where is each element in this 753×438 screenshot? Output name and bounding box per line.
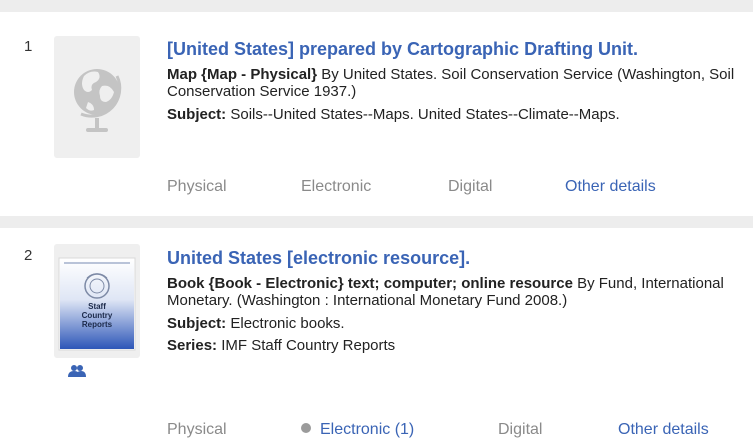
cover-title: Staff Country Reports: [81, 302, 113, 329]
electronic-tab[interactable]: Electronic (1): [301, 420, 414, 438]
digital-tab[interactable]: Digital: [498, 420, 542, 438]
series-label: Series:: [167, 337, 218, 354]
availability-dot-icon: [301, 423, 311, 433]
book-cover-image: [58, 257, 136, 351]
electronic-tab-label: Electronic (1): [320, 421, 415, 438]
physical-tab[interactable]: Physical: [167, 420, 227, 438]
result-item: 1 [United States] prepared by Cartograph…: [0, 0, 753, 216]
result-subject: Subject: Electronic books.: [167, 315, 747, 333]
subject-value: Electronic books.: [226, 315, 345, 332]
result-content: [United States] prepared by Cartographic…: [167, 38, 747, 124]
other-details-tab[interactable]: Other details: [565, 177, 656, 197]
digital-tab[interactable]: Digital: [448, 177, 492, 197]
subject-label: Subject:: [167, 315, 227, 332]
result-subject: Subject: Soils--United States--Maps. Uni…: [167, 106, 747, 124]
other-details-tab[interactable]: Other details: [618, 420, 709, 438]
result-title-link[interactable]: United States [electronic resource].: [167, 247, 747, 269]
result-thumbnail[interactable]: [54, 36, 140, 158]
series-value: IMF Staff Country Reports: [217, 337, 396, 354]
result-format-line: Book {Book - Electronic} text; computer;…: [167, 275, 747, 309]
result-thumbnail[interactable]: Staff Country Reports: [54, 244, 140, 358]
globe-icon: [74, 69, 122, 132]
physical-tab[interactable]: Physical: [167, 177, 227, 197]
result-format: Map {Map - Physical}: [167, 66, 318, 83]
electronic-tab[interactable]: Electronic: [301, 177, 371, 197]
result-format-line: Map {Map - Physical} By United States. S…: [167, 66, 747, 100]
search-results-page: 1 [United States] prepared by Cartograph…: [0, 0, 753, 438]
result-title-link[interactable]: [United States] prepared by Cartographic…: [167, 38, 747, 60]
subject-value: Soils--United States--Maps. United State…: [226, 106, 620, 123]
result-divider: [0, 216, 753, 228]
result-number: 2: [24, 247, 33, 264]
result-item: 2 Staff Country Reports United States [e…: [0, 228, 753, 438]
result-series: Series: IMF Staff Country Reports: [167, 337, 747, 355]
result-content: United States [electronic resource]. Boo…: [167, 247, 747, 355]
people-icon[interactable]: [68, 364, 86, 378]
result-format: Book {Book - Electronic} text; computer;…: [167, 275, 573, 292]
result-number: 1: [24, 38, 33, 55]
subject-label: Subject:: [167, 106, 227, 123]
